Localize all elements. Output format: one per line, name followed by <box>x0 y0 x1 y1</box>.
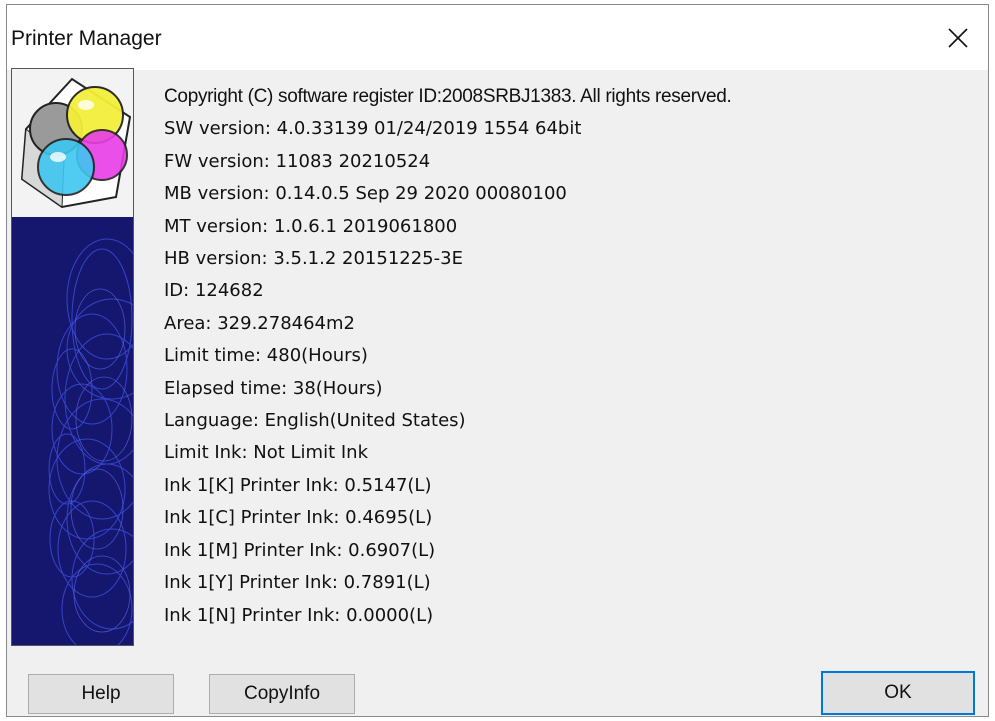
info-line-ink-k: Ink 1[K] Printer Ink: 0.5147(L) <box>164 474 432 496</box>
info-line-mb-version: MB version: 0.14.0.5 Sep 29 2020 0008010… <box>164 183 567 205</box>
info-line-ink-n: Ink 1[N] Printer Ink: 0.0000(L) <box>164 604 434 626</box>
printer-manager-logo-icon <box>20 77 132 209</box>
info-line-fw-version: FW version: 11083 20210524 <box>164 150 431 172</box>
info-line-sw-version: SW version: 4.0.33139 01/24/2019 1554 64… <box>164 118 582 140</box>
info-line-limit-ink: Limit Ink: Not Limit Ink <box>164 442 369 464</box>
info-line-language: Language: English(United States) <box>164 410 466 432</box>
info-line-limit-time: Limit time: 480(Hours) <box>164 345 368 367</box>
side-banner <box>11 68 134 646</box>
info-list: Copyright (C) software register ID:2008S… <box>164 81 732 632</box>
info-line-ink-m: Ink 1[M] Printer Ink: 0.6907(L) <box>164 539 436 561</box>
close-button[interactable] <box>928 5 988 70</box>
info-line-id: ID: 124682 <box>164 280 264 302</box>
info-line-elapsed-time: Elapsed time: 38(Hours) <box>164 377 383 399</box>
info-line-ink-c: Ink 1[C] Printer Ink: 0.4695(L) <box>164 507 433 529</box>
copyright-text: Copyright (C) software register ID:2008S… <box>164 86 732 107</box>
info-line-mt-version: MT version: 1.0.6.1 2019061800 <box>164 215 458 237</box>
help-button[interactable]: Help <box>28 674 174 714</box>
copyinfo-button[interactable]: CopyInfo <box>209 674 355 714</box>
window-title: Printer Manager <box>11 27 162 50</box>
close-icon <box>948 27 968 48</box>
info-line-hb-version: HB version: 3.5.1.2 20151225-3E <box>164 248 463 270</box>
info-line-area: Area: 329.278464m2 <box>164 312 355 334</box>
printer-manager-dialog: Printer Manager Copyright (C) software r… <box>6 4 989 717</box>
info-line-ink-y: Ink 1[Y] Printer Ink: 0.7891(L) <box>164 572 431 594</box>
title-bar: Printer Manager <box>7 5 988 70</box>
logo-area <box>12 69 133 217</box>
ok-button[interactable]: OK <box>821 671 975 715</box>
